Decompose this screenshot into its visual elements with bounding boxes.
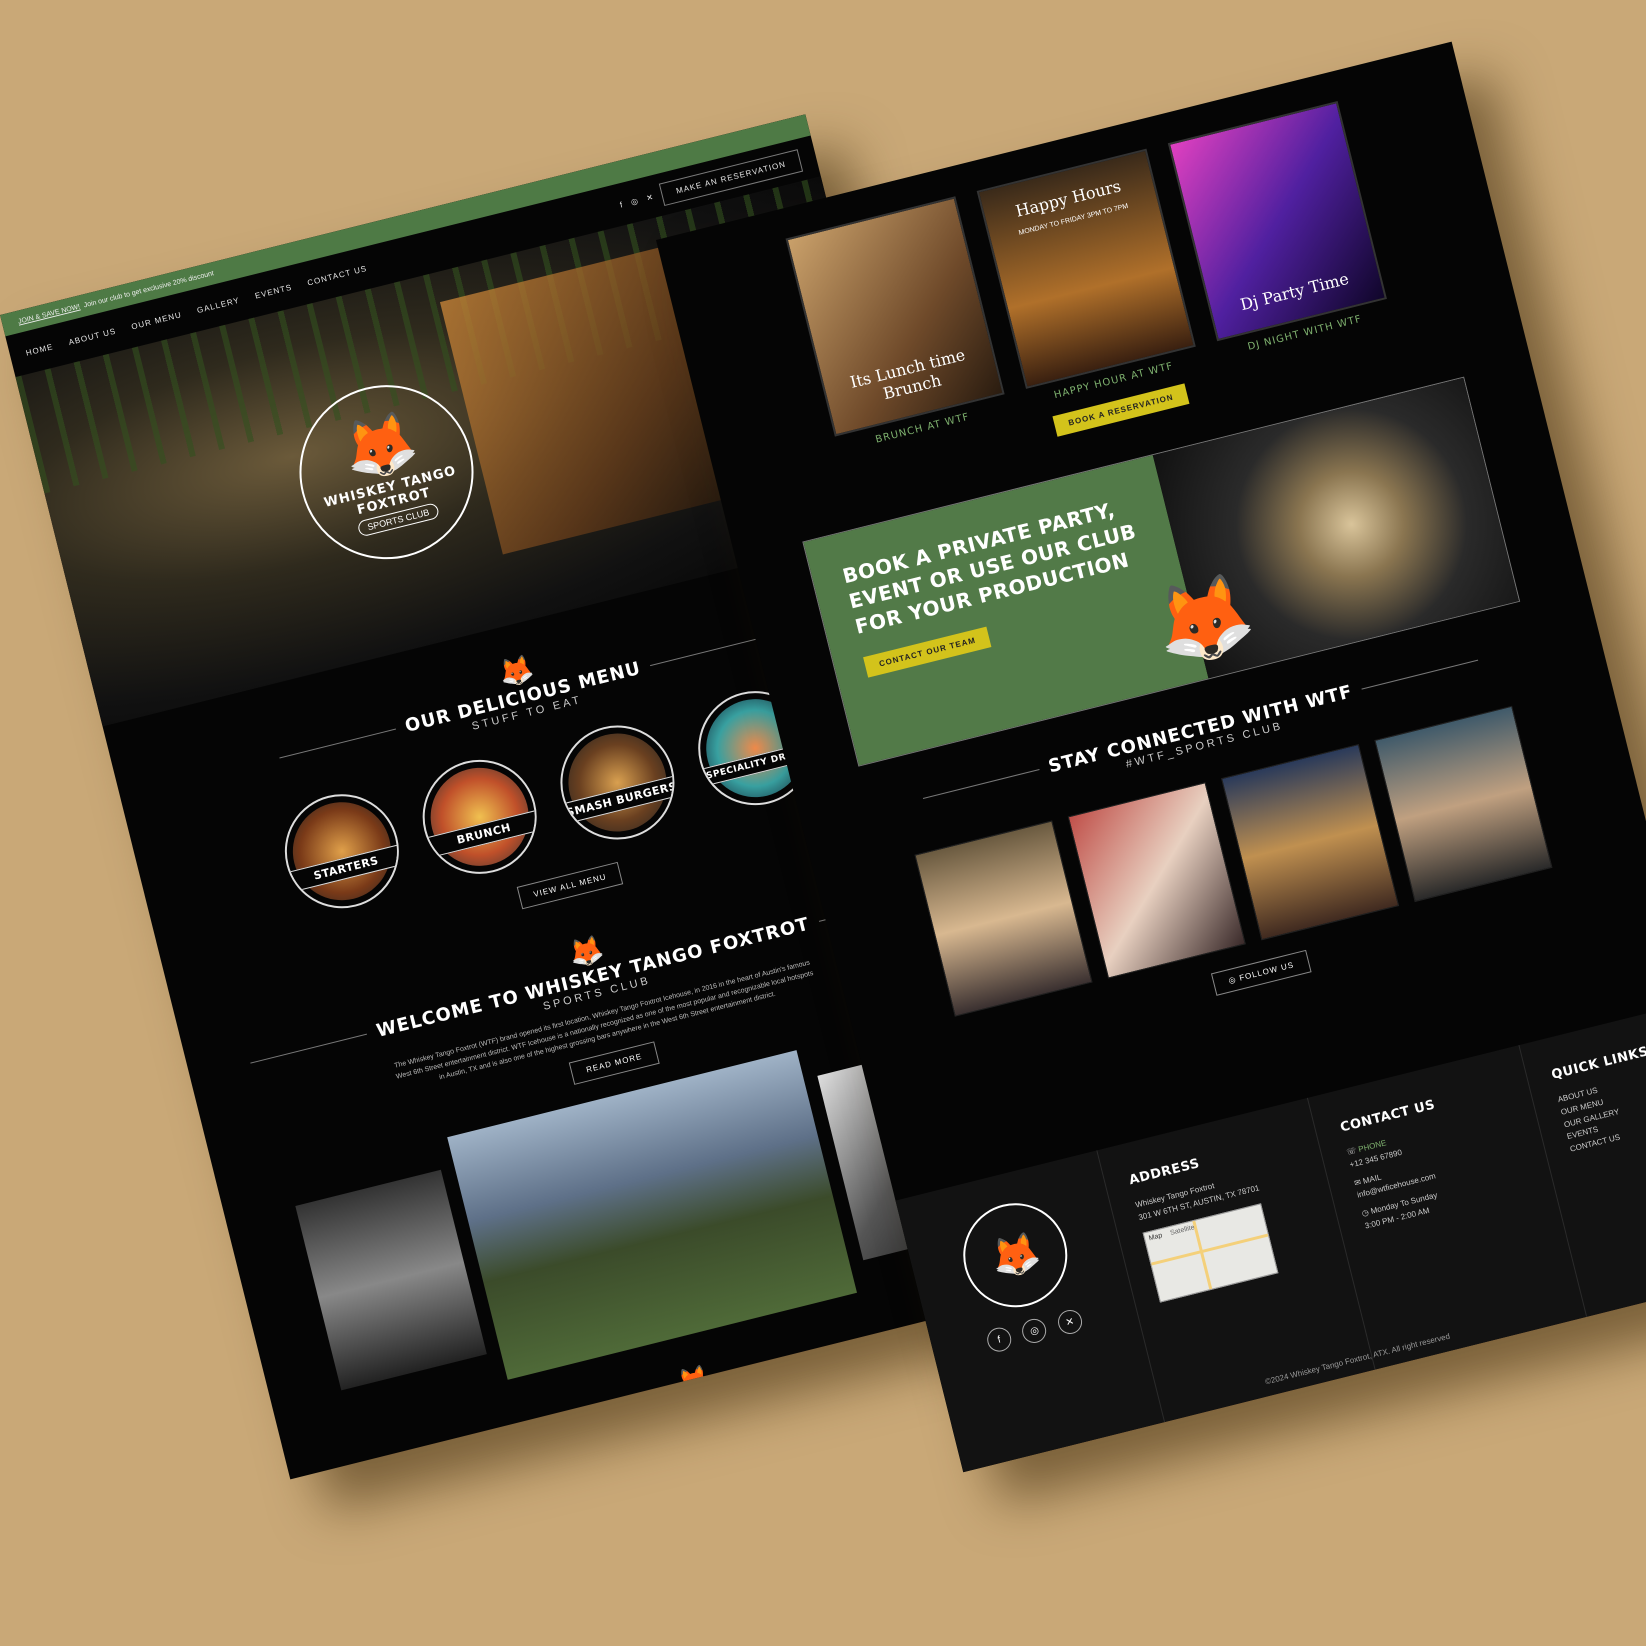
x-icon[interactable]: ✕	[645, 192, 655, 203]
promo-card-dj[interactable]: Dj Party Time DJ NIGHT WITH WTF	[1167, 101, 1391, 360]
instagram-post[interactable]	[1221, 743, 1400, 941]
nav-menu[interactable]: OUR MENU	[130, 310, 182, 331]
contact-team-button[interactable]: CONTACT OUR TEAM	[863, 626, 992, 678]
satellite-tab[interactable]: Satellite	[1169, 1224, 1195, 1237]
facebook-icon[interactable]: f	[619, 200, 624, 210]
events-title: OUR UPCOMING EVENT	[575, 1366, 825, 1448]
party-green-panel: BOOK A PRIVATE PARTY, EVENT OR USE OUR C…	[803, 455, 1209, 766]
view-all-menu-button[interactable]: VIEW ALL MENU	[516, 861, 624, 910]
follow-us-button[interactable]: ◎ FOLLOW US	[1211, 949, 1312, 996]
nav-about[interactable]: ABOUT US	[68, 326, 117, 347]
site-footer: 🦊 f ◎ ✕ ADDRESS Whiskey Tango Foxtrot 30…	[895, 1002, 1646, 1473]
nav-contact[interactable]: CONTACT US	[306, 263, 368, 287]
nav-home[interactable]: HOME	[25, 342, 54, 358]
map-tab[interactable]: Map	[1148, 1232, 1163, 1242]
menu-item-burgers[interactable]: SMASH BURGERS	[548, 713, 687, 852]
follow-label: FOLLOW US	[1238, 960, 1296, 983]
menu-item-starters[interactable]: STARTERS	[272, 782, 411, 921]
menu-item-brunch[interactable]: BRUNCH	[410, 747, 549, 886]
gallery-image[interactable]	[295, 1169, 487, 1390]
party-venue-image: 🦊	[1145, 377, 1519, 679]
promo-card-brunch[interactable]: Its Lunch time Brunch BRUNCH AT WTF	[785, 196, 1009, 455]
facebook-icon[interactable]: f	[984, 1325, 1014, 1355]
nav-gallery[interactable]: GALLERY	[196, 295, 241, 314]
instagram-icon[interactable]: ◎	[630, 196, 640, 207]
instagram-post[interactable]	[1374, 705, 1553, 903]
x-icon[interactable]: ✕	[1055, 1307, 1085, 1337]
nav-events[interactable]: EVENTS	[254, 282, 293, 300]
instagram-post[interactable]	[1067, 782, 1246, 979]
instagram-post[interactable]	[914, 820, 1093, 1017]
promo-overlay-text: Dj Party Time	[1238, 268, 1351, 315]
instagram-icon[interactable]: ◎	[1019, 1316, 1050, 1346]
fox-icon: 🦊	[952, 1192, 1079, 1319]
promo-overlay-text: Its Lunch time Brunch	[848, 344, 968, 404]
promo-card-happy-hour[interactable]: Happy Hours MONDAY TO FRIDAY 3PM TO 7PM …	[976, 148, 1200, 408]
